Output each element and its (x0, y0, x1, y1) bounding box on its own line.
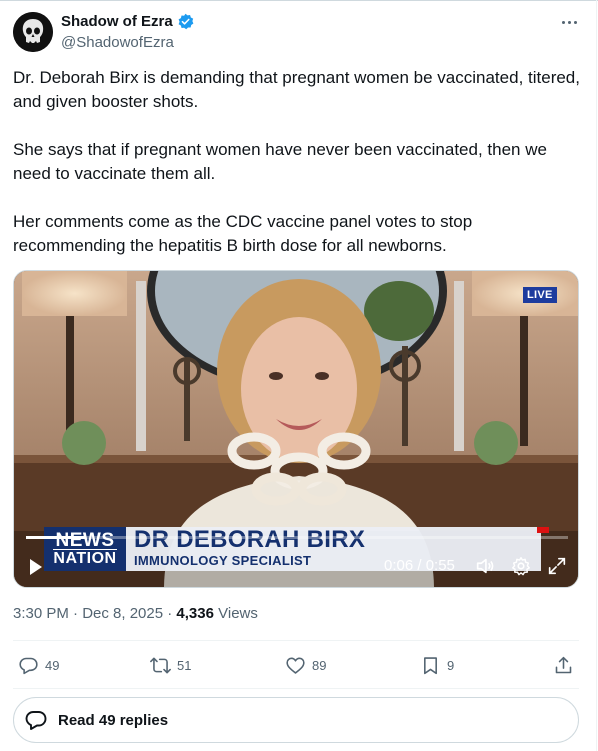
more-dot-icon (561, 20, 565, 24)
like-count: 89 (312, 657, 327, 673)
play-icon[interactable] (30, 559, 42, 575)
verified-badge-icon[interactable] (177, 13, 194, 30)
author-display-name[interactable]: Shadow of Ezra (61, 13, 173, 30)
logo-line-1: NEWS (55, 529, 115, 551)
author-name-row: Shadow of Ezra (61, 13, 194, 30)
video-progress-bar[interactable] (26, 536, 568, 539)
author-handle[interactable]: @ShadowofEzra (61, 34, 174, 51)
share-icon (555, 656, 572, 673)
more-dot-icon (567, 20, 571, 24)
reply-count: 49 (45, 657, 60, 673)
author-avatar[interactable] (13, 12, 53, 52)
divider (13, 640, 579, 641)
repost-button[interactable]: 51 (150, 654, 191, 676)
read-replies-button[interactable]: Read 49 replies (13, 697, 579, 743)
read-replies-label: Read 49 replies (58, 711, 169, 729)
live-badge: LIVE (523, 287, 557, 303)
settings-gear-icon[interactable] (510, 555, 532, 577)
video-time: 0:06 / 0:55 (384, 557, 455, 574)
video-progress-fill (26, 536, 86, 539)
tweet-text: Dr. Deborah Birx is demanding that pregn… (13, 66, 583, 282)
bookmark-count: 9 (447, 657, 455, 673)
bookmark-button[interactable]: 9 (420, 654, 454, 676)
reply-bubble-icon (25, 711, 47, 730)
video-player[interactable]: LIVE NEWS NATION DR DEBORAH BIRX IMMUNOL… (13, 270, 579, 588)
reply-button[interactable]: 49 (18, 654, 59, 676)
more-dot-icon (573, 20, 577, 24)
skull-avatar-icon (13, 12, 53, 52)
repost-icon (150, 657, 171, 673)
tweet-paragraph: She says that if pregnant women have nev… (13, 140, 547, 183)
volume-icon[interactable] (474, 555, 496, 577)
heart-icon (286, 657, 305, 674)
more-options-button[interactable] (556, 12, 582, 32)
top-divider (0, 0, 598, 1)
tweet-meta: 3:30 PM · Dec 8, 2025 · 4,336 Views (13, 605, 258, 622)
like-button[interactable]: 89 (285, 654, 326, 676)
reply-icon (19, 657, 38, 674)
repost-count: 51 (177, 657, 192, 673)
bookmark-icon (424, 656, 437, 674)
share-button[interactable] (553, 654, 574, 676)
tweet-timestamp[interactable]: 3:30 PM · Dec 8, 2025 · (13, 605, 176, 622)
broadcast-accent (537, 527, 549, 533)
tweet-paragraph: Dr. Deborah Birx is demanding that pregn… (13, 68, 580, 111)
views-label: Views (213, 605, 258, 622)
tweet-paragraph: Her comments come as the CDC vaccine pan… (13, 212, 473, 255)
fullscreen-icon[interactable] (546, 555, 568, 577)
views-count: 4,336 (176, 605, 214, 622)
right-divider (596, 0, 597, 751)
video-controls: 0:06 / 0:55 (14, 549, 578, 581)
divider (13, 688, 579, 689)
